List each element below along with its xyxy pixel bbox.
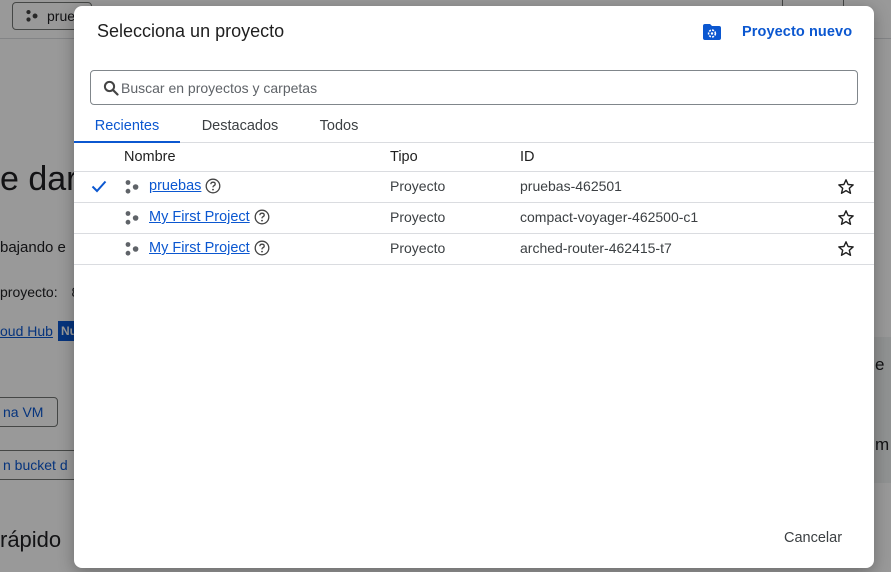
project-name: pruebas <box>149 178 202 194</box>
project-name-link[interactable]: pruebas <box>149 178 221 194</box>
cancel-button[interactable]: Cancelar <box>784 530 842 546</box>
folder-settings-icon <box>703 24 721 40</box>
dialog-title: Selecciona un proyecto <box>97 21 285 41</box>
projects-table: Nombre Tipo ID pruebas Proyecto pruebas-… <box>74 143 874 265</box>
tab-destacados[interactable]: Destacados <box>188 110 292 142</box>
star-outline-icon[interactable] <box>837 240 855 258</box>
star-outline-icon[interactable] <box>837 209 855 227</box>
help-icon[interactable] <box>205 178 221 194</box>
tab-recientes[interactable]: Recientes <box>74 110 180 143</box>
search-input[interactable] <box>121 79 801 96</box>
table-header: Nombre Tipo ID <box>74 143 874 172</box>
project-id: pruebas-462501 <box>520 178 622 194</box>
search-icon <box>103 80 119 96</box>
project-type: Proyecto <box>390 209 446 225</box>
help-icon[interactable] <box>254 209 270 225</box>
table-row[interactable]: My First Project Proyecto arched-router-… <box>74 234 874 265</box>
tab-todos[interactable]: Todos <box>306 110 372 142</box>
table-row[interactable]: My First Project Proyecto compact-voyage… <box>74 203 874 234</box>
new-project-button[interactable]: Proyecto nuevo <box>702 20 852 44</box>
project-dots-icon <box>125 242 139 256</box>
help-icon[interactable] <box>254 240 270 256</box>
project-dots-icon <box>125 180 139 194</box>
search-box[interactable] <box>90 70 858 105</box>
star-outline-icon[interactable] <box>837 178 855 196</box>
project-tabs: Recientes Destacados Todos <box>74 110 874 143</box>
project-id: arched-router-462415-t7 <box>520 240 672 256</box>
project-type: Proyecto <box>390 240 446 256</box>
column-header-type[interactable]: Tipo <box>390 149 418 165</box>
project-dots-icon <box>125 211 139 225</box>
column-header-name[interactable]: Nombre <box>124 149 176 165</box>
project-type: Proyecto <box>390 178 446 194</box>
table-row[interactable]: pruebas Proyecto pruebas-462501 <box>74 172 874 203</box>
project-name-link[interactable]: My First Project <box>149 209 270 225</box>
project-selector-dialog: Selecciona un proyecto Proyecto nuevo Re… <box>74 6 874 568</box>
project-name: My First Project <box>149 240 250 256</box>
project-name: My First Project <box>149 209 250 225</box>
column-header-id[interactable]: ID <box>520 149 535 165</box>
project-name-link[interactable]: My First Project <box>149 240 270 256</box>
check-icon <box>91 180 107 193</box>
new-project-label: Proyecto nuevo <box>742 24 853 40</box>
project-id: compact-voyager-462500-c1 <box>520 209 699 225</box>
